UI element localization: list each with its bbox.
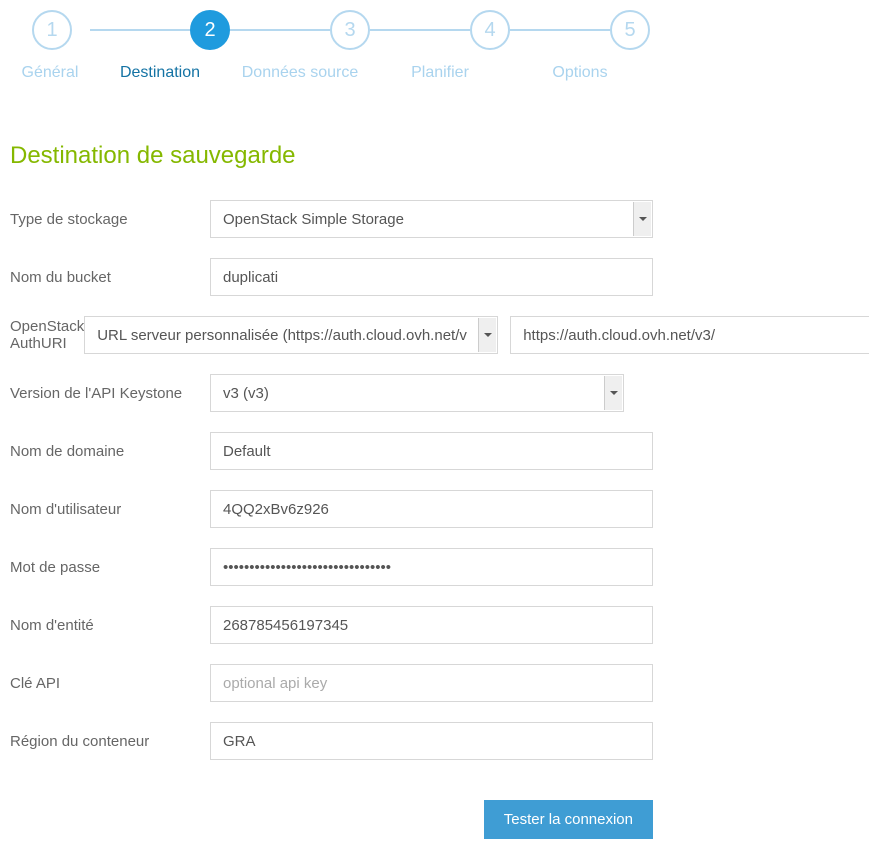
apikey-input[interactable] [210, 664, 653, 702]
step-label: Planifier [370, 64, 510, 82]
step-number: 5 [610, 10, 650, 50]
username-input[interactable] [210, 490, 653, 528]
step-number: 2 [190, 10, 230, 50]
entity-input[interactable] [210, 606, 653, 644]
authuri-select[interactable]: URL serveur personnalisée (https://auth.… [84, 316, 498, 354]
password-input[interactable] [210, 548, 653, 586]
password-label: Mot de passe [10, 559, 210, 576]
user-label: Nom d'utilisateur [10, 501, 210, 518]
apikey-label: Clé API [10, 675, 210, 692]
entity-label: Nom d'entité [10, 617, 210, 634]
authuri-custom-input[interactable] [510, 316, 869, 354]
keystone-select[interactable]: v3 (v3) [210, 374, 624, 412]
step-label: Général [10, 64, 90, 82]
bucket-label: Nom du bucket [10, 269, 210, 286]
step-number: 3 [330, 10, 370, 50]
step-label: Destination [90, 64, 230, 82]
step-number: 1 [32, 10, 72, 50]
test-connection-button[interactable]: Tester la connexion [484, 800, 653, 839]
step-source-data[interactable]: 3 Données source [230, 10, 370, 82]
step-general[interactable]: 1 Général [10, 10, 90, 82]
region-input[interactable] [210, 722, 653, 760]
step-number: 4 [470, 10, 510, 50]
keystone-label: Version de l'API Keystone [10, 385, 210, 402]
storage-type-label: Type de stockage [10, 211, 210, 228]
authuri-label: OpenStack AuthURI [10, 318, 84, 352]
domain-label: Nom de domaine [10, 443, 210, 460]
step-schedule[interactable]: 4 Planifier [370, 10, 510, 82]
section-title: Destination de sauvegarde [10, 142, 859, 170]
step-label: Options [510, 64, 650, 82]
step-options[interactable]: 5 Options [510, 10, 650, 82]
region-label: Région du conteneur [10, 733, 210, 750]
storage-type-select[interactable]: OpenStack Simple Storage [210, 200, 653, 238]
step-label: Données source [230, 64, 370, 82]
wizard-stepper: 1 Général 2 Destination 3 Données source… [10, 10, 859, 82]
step-destination[interactable]: 2 Destination [90, 10, 230, 82]
bucket-input[interactable] [210, 258, 653, 296]
domain-input[interactable] [210, 432, 653, 470]
